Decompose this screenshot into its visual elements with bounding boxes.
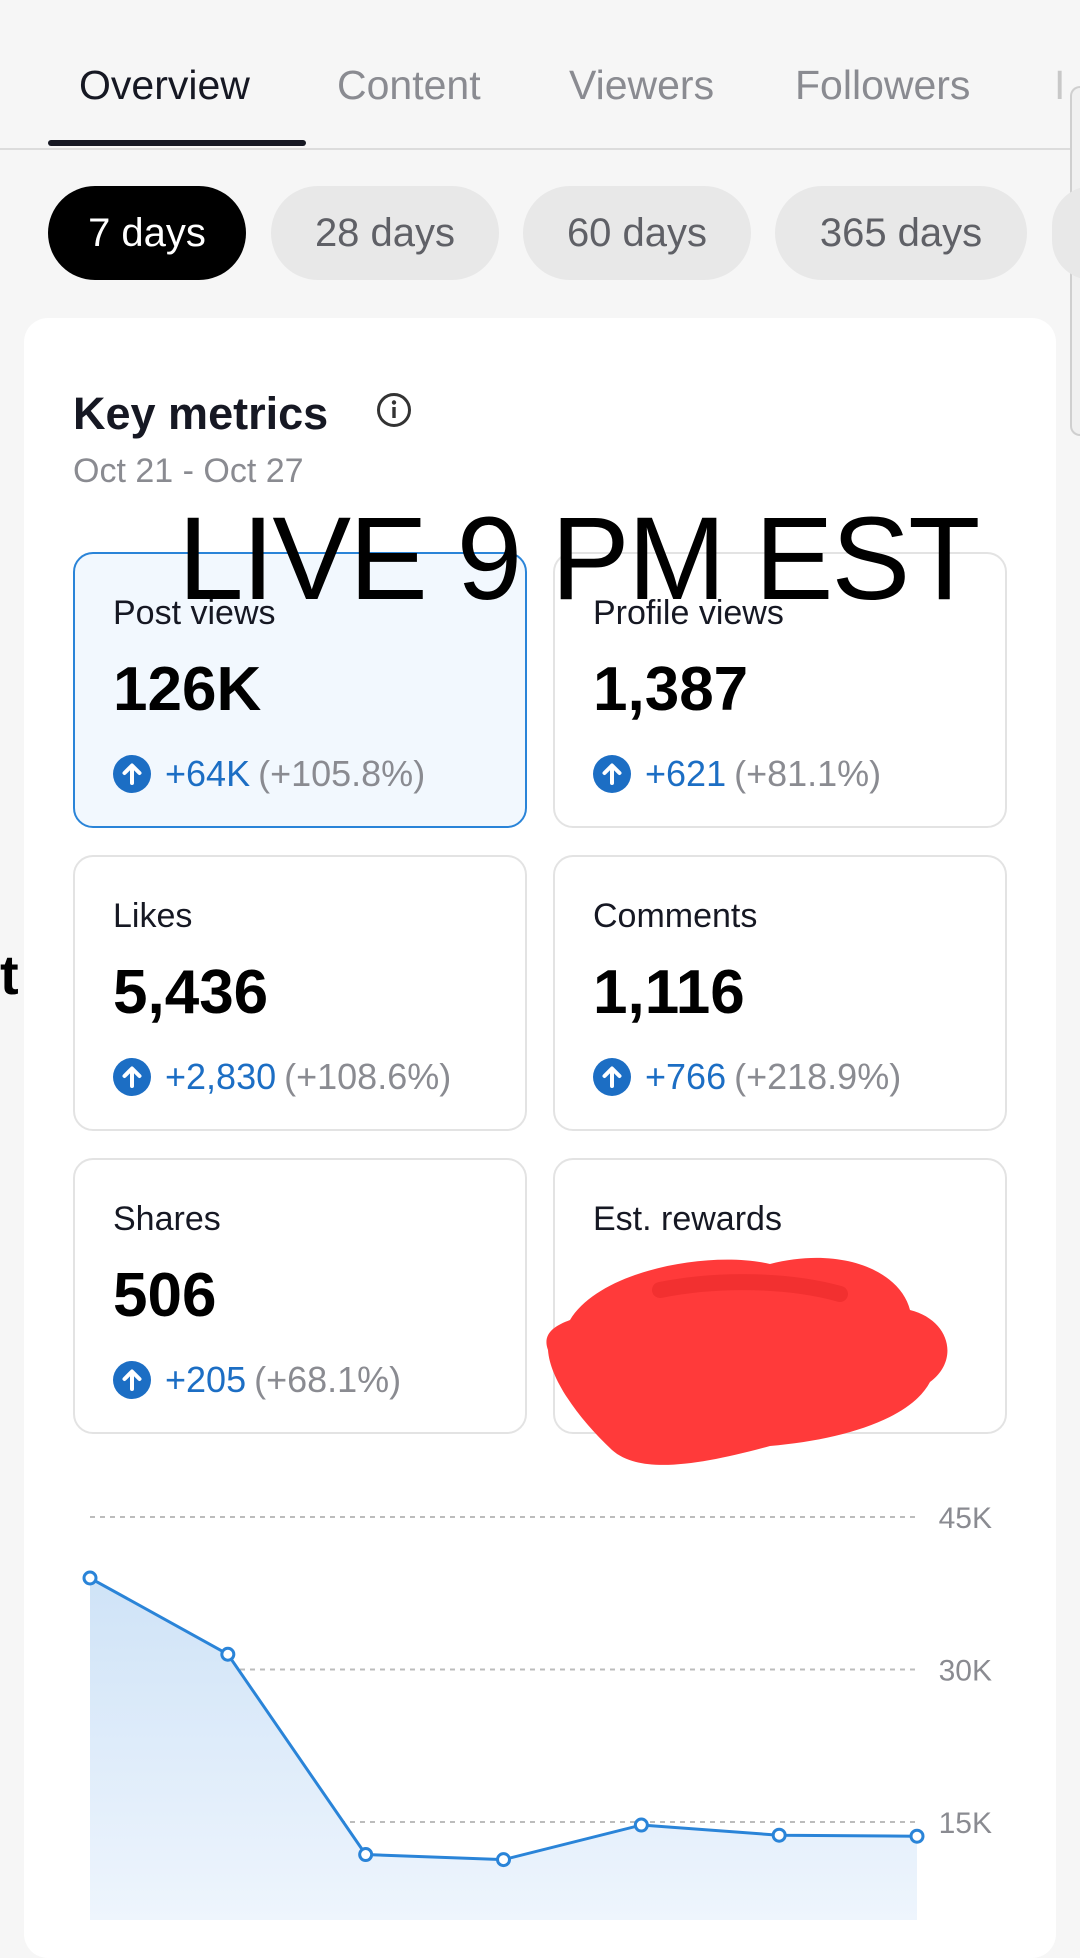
tab-followers[interactable]: Followers — [795, 62, 970, 109]
metric-percent: (+105.8%) — [258, 753, 426, 794]
metric-percent: (+218.9%) — [734, 1056, 902, 1097]
metric-percent: (+108.6%) — [284, 1056, 452, 1097]
metric-delta: +766 — [645, 1056, 727, 1097]
metric-change: +2,830 (+108.6%) — [113, 1055, 451, 1099]
metric-value: 506 — [113, 1261, 217, 1330]
tab-viewers[interactable]: Viewers — [569, 62, 714, 109]
metric-value: 1,116 — [593, 958, 745, 1027]
period-7-days[interactable]: 7 days — [48, 186, 246, 280]
active-tab-indicator — [48, 140, 306, 146]
metric-value: 126K — [113, 655, 262, 724]
metric-tile-comments[interactable]: Comments 1,116 +766 (+218.9%) — [553, 855, 1007, 1131]
tab-overflow[interactable]: I — [1054, 62, 1065, 109]
metric-change: +766 (+218.9%) — [593, 1055, 901, 1099]
metric-tile-shares[interactable]: Shares 506 +205 (+68.1%) — [73, 1158, 527, 1434]
arrow-up-circle-icon — [593, 1058, 631, 1096]
metric-change: +64K (+105.8%) — [113, 752, 425, 796]
key-metrics-title: Key metrics — [73, 388, 329, 439]
arrow-up-circle-icon — [113, 1058, 151, 1096]
tab-bar: Overview Content Viewers Followers I — [0, 0, 1080, 150]
period-365-days[interactable]: 365 days — [775, 186, 1027, 280]
metric-delta: +64K — [165, 753, 251, 794]
metric-value: 1,387 — [593, 655, 749, 724]
period-28-days[interactable]: 28 days — [271, 186, 499, 280]
info-icon[interactable] — [376, 392, 412, 428]
metric-label: Est. rewards — [593, 1200, 782, 1238]
arrow-up-circle-icon — [113, 1361, 151, 1399]
metric-label: Shares — [113, 1200, 221, 1238]
arrow-up-circle-icon — [593, 755, 631, 793]
date-range: Oct 21 - Oct 27 — [73, 452, 304, 490]
metric-label: Likes — [113, 897, 193, 935]
metric-change: +621 (+81.1%) — [593, 752, 881, 796]
tab-content[interactable]: Content — [337, 62, 481, 109]
period-more[interactable] — [1052, 186, 1080, 280]
edge-text-fragment: t — [0, 943, 19, 1006]
period-60-days[interactable]: 60 days — [523, 186, 751, 280]
metric-tile-likes[interactable]: Likes 5,436 +2,830 (+108.6%) — [73, 855, 527, 1131]
live-overlay-text: LIVE 9 PM EST — [178, 493, 980, 625]
metric-delta: +2,830 — [165, 1056, 277, 1097]
metric-percent: (+81.1%) — [734, 753, 882, 794]
metric-change: +205 (+68.1%) — [113, 1358, 401, 1402]
arrow-up-circle-icon — [113, 755, 151, 793]
metric-delta: +621 — [645, 753, 727, 794]
metric-percent: (+68.1%) — [254, 1359, 402, 1400]
metric-delta: +205 — [165, 1359, 247, 1400]
tab-overview[interactable]: Overview — [79, 62, 250, 109]
metric-value: 5,436 — [113, 958, 269, 1027]
metric-label: Comments — [593, 897, 758, 935]
redaction-scribble — [546, 1257, 948, 1465]
